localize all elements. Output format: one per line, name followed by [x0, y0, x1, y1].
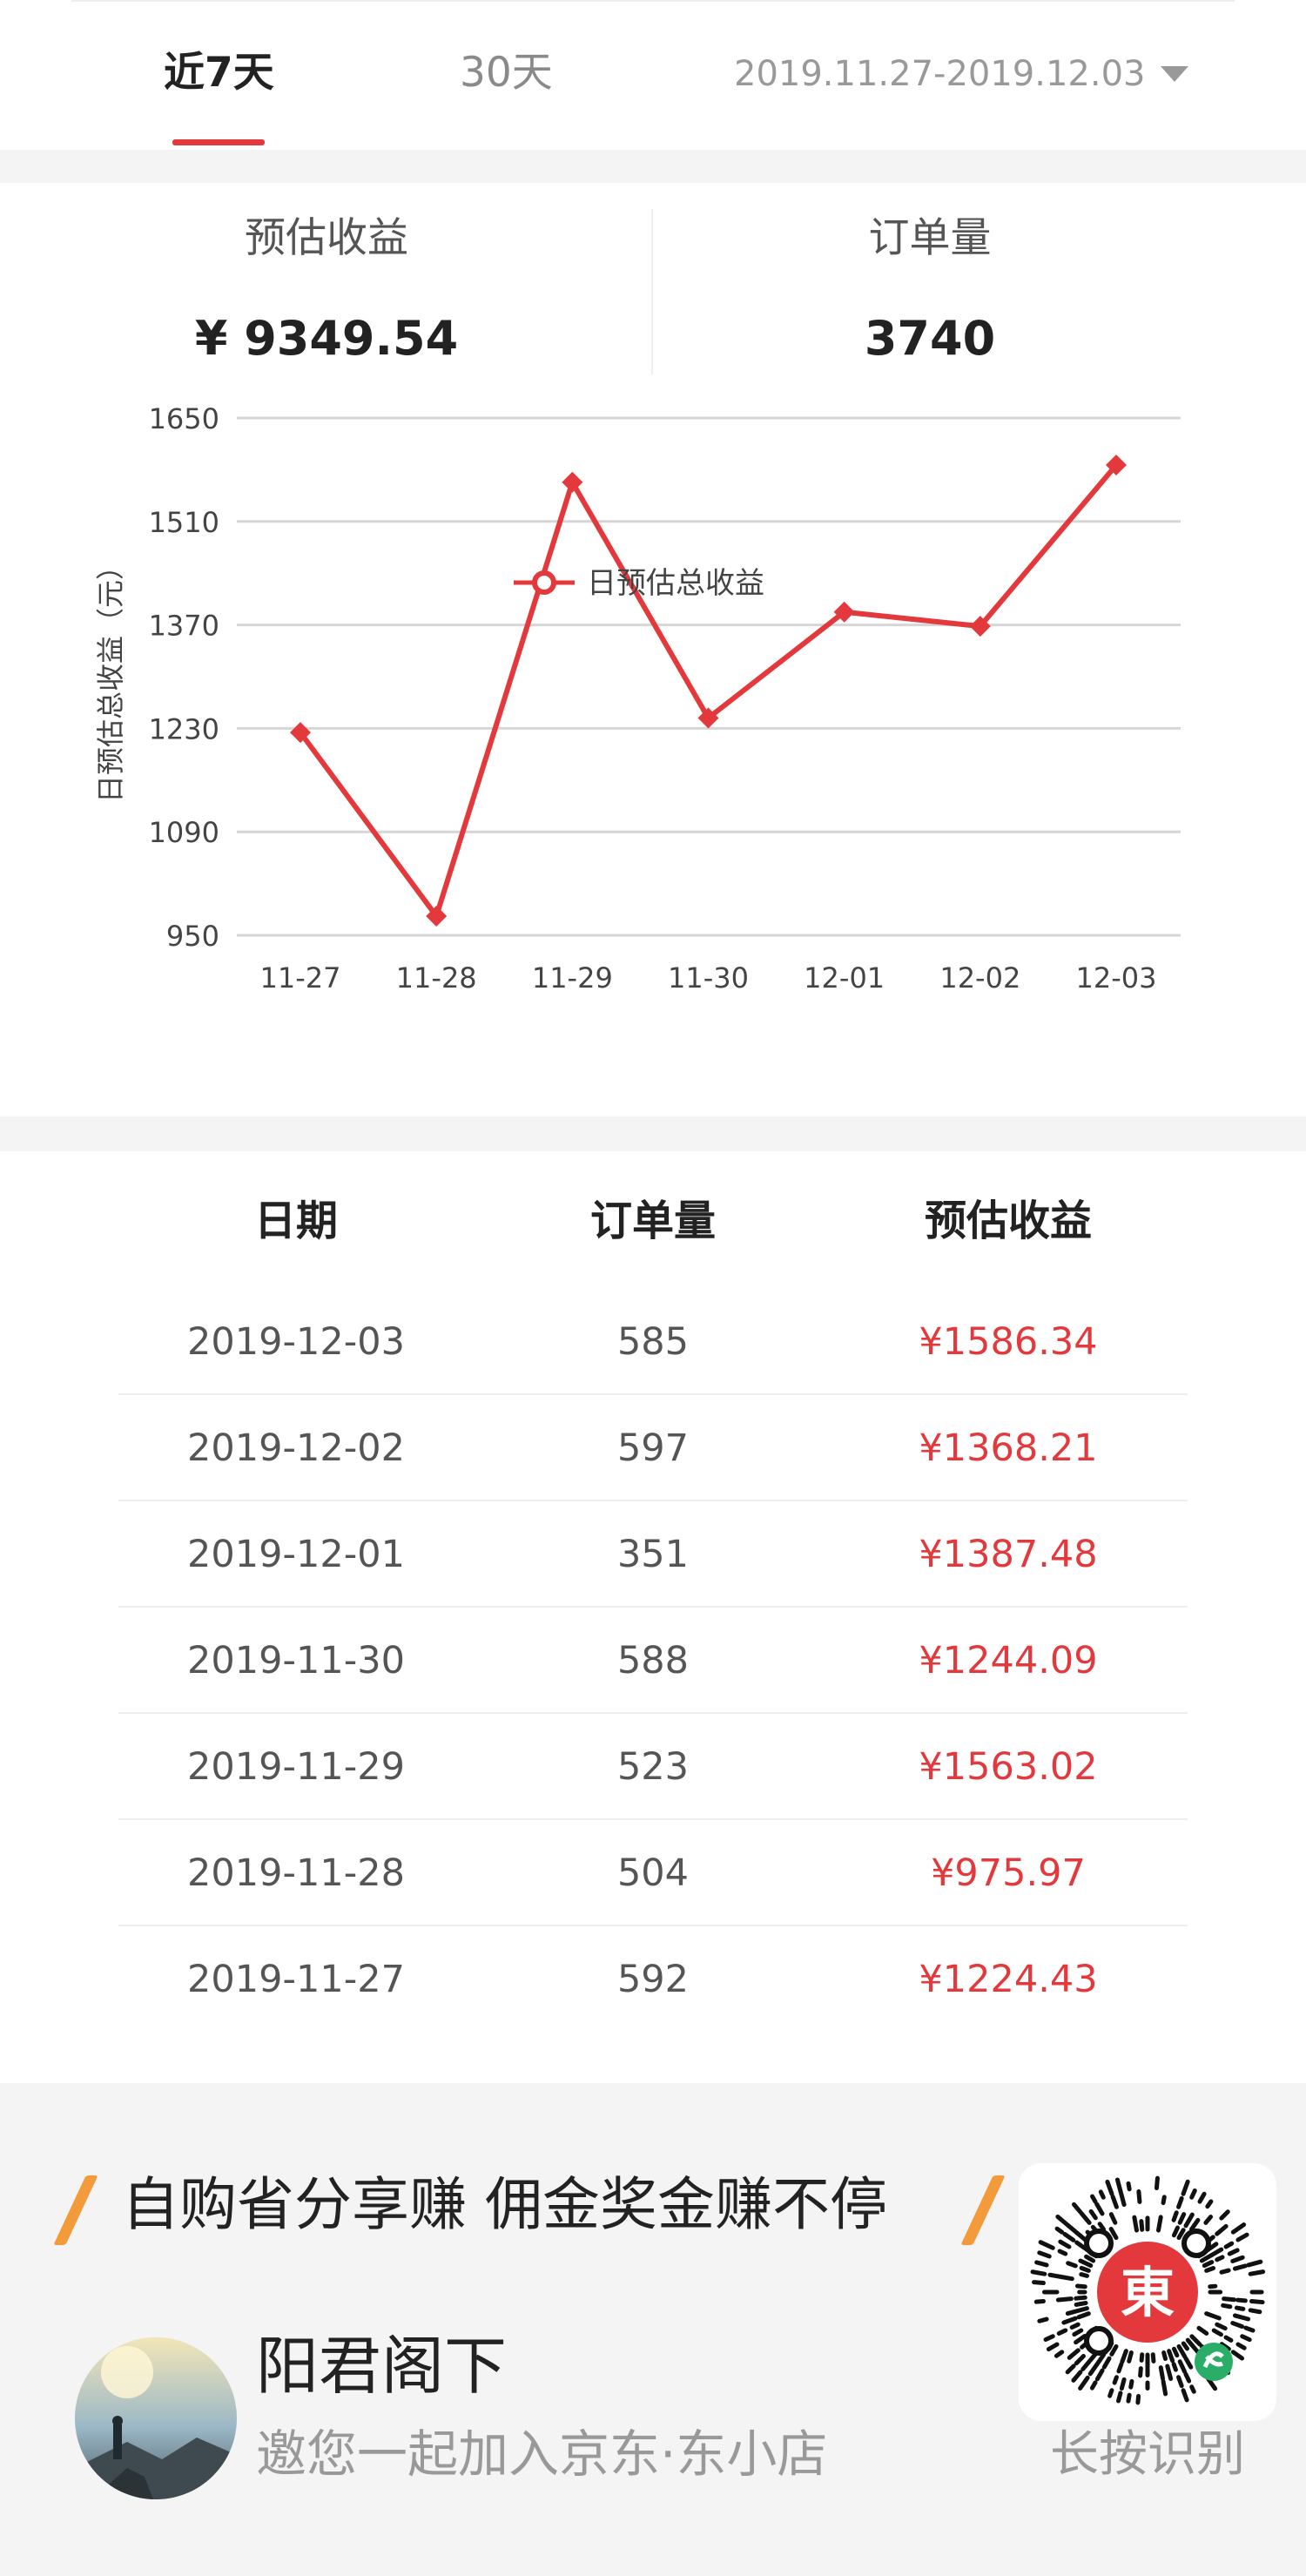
summary-chart-card: 预估收益 ¥ 9349.54 订单量 3740 1650 1510 1370 1230… [0, 183, 1306, 1116]
caret-down-icon [1161, 66, 1189, 82]
active-tab-indicator [172, 139, 265, 145]
row-earnings: ¥1368.21 [919, 1426, 1098, 1470]
header-earnings: 预估收益 [924, 1197, 1092, 1245]
row-earnings: ¥1387.48 [919, 1533, 1098, 1576]
series-line [298, 463, 1119, 919]
header-orders: 订单量 [589, 1197, 716, 1245]
slogan-left-slash [53, 2175, 98, 2245]
promo-slogan: 自购省分享赚 佣金奖金赚不停 [122, 2171, 887, 2238]
period-tabs-bar: 近7天 30天 2019.11.27-2019.12.03 [0, 0, 1306, 150]
row-earnings: ¥1563.02 [919, 1745, 1098, 1789]
chart-y-axis-label: 日预估总收益（元） [94, 552, 127, 803]
table-row: 2019-11-30 588 ¥1244.09 [118, 1608, 1188, 1714]
row-date: 2019-11-30 [187, 1639, 405, 1682]
promo-footer: 自购省分享赚 佣金奖金赚不停 阳君阁下 邀您一起加入京东·东小店 東 长按识别 [0, 2083, 1306, 2576]
row-earnings: ¥1224.43 [919, 1958, 1098, 2001]
date-range-selector[interactable]: 2019.11.27-2019.12.03 [734, 52, 1189, 96]
x-tick-label: 12-01 [804, 961, 885, 995]
daily-detail-table: 日期 订单量 预估收益 2019-12-03 585 ¥1586.34 2019-12… [0, 1151, 1306, 2083]
row-orders: 597 [616, 1426, 690, 1470]
row-earnings: ¥975.97 [931, 1851, 1086, 1895]
table-row: 2019-11-29 523 ¥1563.02 [118, 1714, 1188, 1820]
top-divider [71, 0, 1235, 2]
invite-text: 邀您一起加入京东·东小店 [256, 2424, 828, 2484]
qr-hint-label: 长按识别 [1050, 2426, 1245, 2483]
row-date: 2019-11-28 [187, 1851, 405, 1895]
header-date: 日期 [253, 1197, 338, 1245]
y-tick-label: 1650 [149, 402, 219, 435]
y-tick-label: 1510 [149, 506, 219, 539]
tab-7-days[interactable]: 近7天 [164, 47, 274, 99]
table-row: 2019-11-27 592 ¥1224.43 [118, 1926, 1188, 2033]
y-tick-label: 950 [166, 920, 219, 953]
y-tick-label: 1230 [149, 712, 219, 745]
date-range-text: 2019.11.27-2019.12.03 [734, 54, 1146, 94]
x-tick-label: 12-02 [939, 961, 1020, 995]
row-date: 2019-11-29 [187, 1745, 405, 1789]
row-date: 2019-12-02 [187, 1426, 405, 1470]
chart-legend[interactable]: 日预估总收益 [514, 566, 764, 601]
row-orders: 351 [616, 1533, 690, 1576]
user-name: 阳君阁下 [256, 2330, 508, 2403]
x-tick-label: 11-29 [532, 961, 613, 995]
earnings-label: 预估收益 [245, 214, 408, 262]
table-row: 2019-12-02 597 ¥1368.21 [118, 1395, 1188, 1501]
x-tick-label: 11-30 [668, 961, 749, 995]
mini-program-qr-code[interactable]: 東 [1019, 2163, 1276, 2421]
row-orders: 523 [616, 1745, 690, 1789]
y-tick-label: 1090 [149, 816, 219, 849]
legend-label: 日预估总收益 [587, 566, 764, 601]
jd-logo-char: 東 [1121, 2261, 1175, 2324]
row-orders: 504 [616, 1851, 690, 1895]
x-tick-label: 11-28 [396, 961, 477, 995]
table-row: 2019-11-28 504 ¥975.97 [118, 1820, 1188, 1926]
row-orders: 585 [616, 1320, 690, 1364]
earnings-value: ¥ 9349.54 [194, 311, 459, 366]
y-tick-label: 1370 [149, 610, 219, 643]
orders-label: 订单量 [868, 214, 992, 262]
x-tick-label: 12-03 [1076, 961, 1157, 995]
row-earnings: ¥1586.34 [919, 1320, 1098, 1364]
table-row: 2019-12-03 585 ¥1586.34 [118, 1289, 1188, 1395]
row-orders: 588 [616, 1639, 690, 1682]
row-earnings: ¥1244.09 [919, 1639, 1098, 1682]
row-date: 2019-11-27 [187, 1958, 405, 2001]
table-row: 2019-12-01 351 ¥1387.48 [118, 1501, 1188, 1608]
row-date: 2019-12-01 [187, 1533, 405, 1576]
legend-marker [532, 570, 556, 595]
data-point[interactable] [562, 471, 583, 493]
avatar [75, 2337, 237, 2499]
row-date: 2019-12-03 [187, 1320, 405, 1364]
row-orders: 592 [616, 1958, 690, 2001]
tab-30-days[interactable]: 30天 [460, 47, 553, 99]
x-tick-label: 11-27 [260, 961, 341, 995]
orders-value: 3740 [864, 311, 996, 366]
slogan-right-slash [960, 2175, 1006, 2245]
earnings-line-chart: 1650 1510 1370 1230 1090 950 11-27 11-28 11-29 1… [94, 402, 1181, 995]
